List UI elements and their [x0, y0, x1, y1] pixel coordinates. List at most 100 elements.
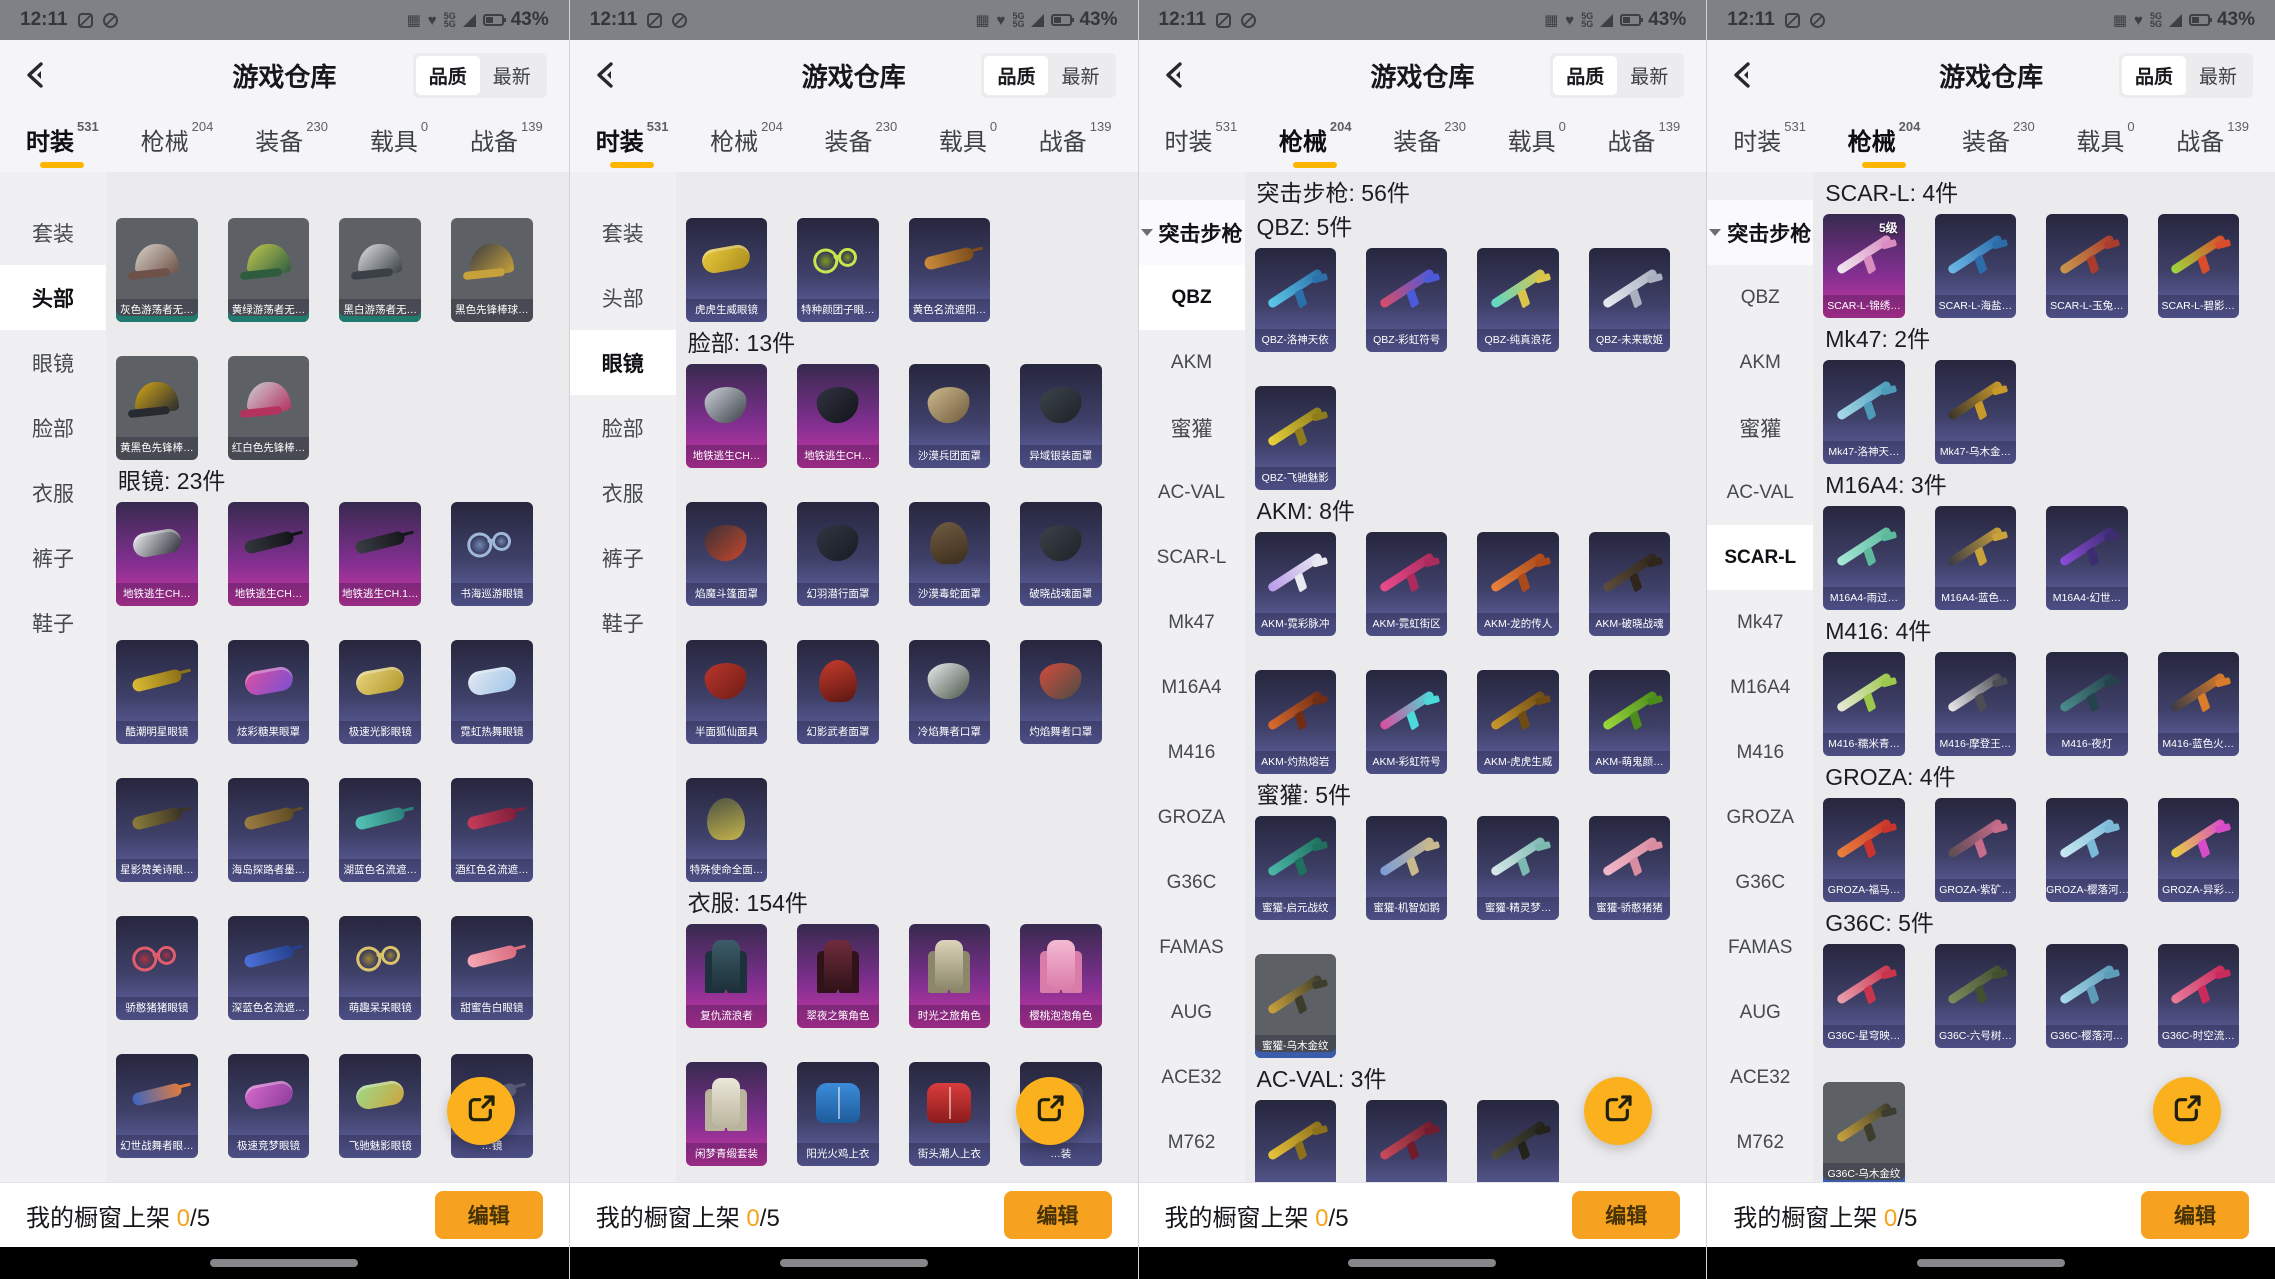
sort-quality-button[interactable]: 品质: [416, 56, 480, 95]
item-tile[interactable]: 幻影武者面罩: [797, 640, 878, 744]
item-tile[interactable]: 飞驰魅影眼镜: [339, 1054, 421, 1158]
sidebar-item-famas[interactable]: FAMAS: [1707, 915, 1813, 980]
item-tile[interactable]: AKM-虎虎生威: [1477, 670, 1558, 774]
item-tile[interactable]: 酷潮明星眼镜: [116, 640, 198, 744]
item-scroll-area[interactable]: 突击步枪: 56件QBZ: 5件QBZ-洛神天依QBZ-彩虹符号QBZ-纯真浪花…: [1245, 172, 1707, 1182]
item-tile[interactable]: 幻世战舞者眼…: [116, 1054, 198, 1158]
item-tile[interactable]: 复仇流浪者: [686, 924, 767, 1028]
sidebar-item-akm[interactable]: AKM: [1707, 330, 1813, 395]
item-tile[interactable]: AKM-龙的传人: [1477, 532, 1558, 636]
item-tile[interactable]: 虎虎生威眼镜: [686, 218, 767, 322]
tab-weapons[interactable]: 枪械204: [710, 122, 783, 168]
item-tile[interactable]: 樱桃泡泡角色: [1020, 924, 1101, 1028]
item-tile[interactable]: QBZ-彩虹符号: [1366, 248, 1447, 352]
sidebar-item-suits[interactable]: 套装: [0, 200, 106, 265]
item-tile[interactable]: 炫彩糖果眼罩: [228, 640, 310, 744]
tab-vehicles[interactable]: 载具0: [370, 122, 428, 168]
item-tile[interactable]: G36C-乌木金纹: [1823, 1082, 1904, 1182]
item-tile[interactable]: 蜜獾-机智如鹅: [1366, 816, 1447, 920]
item-tile[interactable]: QBZ-未来歌姬: [1589, 248, 1670, 352]
sidebar-item-pants[interactable]: 裤子: [0, 525, 106, 590]
back-button[interactable]: [1161, 59, 1191, 91]
item-tile[interactable]: 地铁逃生CH…: [116, 502, 198, 606]
tab-weapons[interactable]: 枪械204: [1848, 122, 1921, 168]
home-indicator[interactable]: [780, 1259, 928, 1267]
sidebar-item-glasses[interactable]: 眼镜: [0, 330, 106, 395]
item-tile[interactable]: 沙漠毒蛇面罩: [909, 502, 990, 606]
item-tile[interactable]: 翠夜之策角色: [797, 924, 878, 1028]
sort-latest-button[interactable]: 最新: [2186, 56, 2250, 95]
item-tile[interactable]: 酒红色名流遮…: [451, 778, 533, 882]
sidebar-item-face[interactable]: 脸部: [570, 395, 676, 460]
tab-supplies[interactable]: 战备139: [470, 122, 543, 168]
share-fab[interactable]: [1016, 1077, 1084, 1145]
edit-button[interactable]: 编辑: [435, 1191, 543, 1239]
sidebar-item-shoes[interactable]: 鞋子: [570, 590, 676, 655]
item-tile[interactable]: 骄憨猪猪眼镜: [116, 916, 198, 1020]
sidebar-item-m16a4[interactable]: M16A4: [1707, 655, 1813, 720]
item-tile[interactable]: 黑白游荡者无…: [339, 218, 421, 322]
sidebar-item-head[interactable]: 头部: [570, 265, 676, 330]
item-tile[interactable]: AKM-霓彩脉冲: [1255, 532, 1336, 636]
sidebar-item-m416[interactable]: M416: [1707, 720, 1813, 785]
item-tile[interactable]: 时光之旅角色: [909, 924, 990, 1028]
item-tile[interactable]: 破晓战魂面罩: [1020, 502, 1101, 606]
item-tile[interactable]: 萌趣呆呆眼镜: [339, 916, 421, 1020]
sort-quality-button[interactable]: 品质: [1553, 56, 1617, 95]
tab-supplies[interactable]: 战备139: [1039, 122, 1112, 168]
item-tile[interactable]: 阳光火鸡上衣: [797, 1062, 878, 1166]
item-tile[interactable]: G36C-六号树…: [1935, 944, 2016, 1048]
sidebar-item-shoes[interactable]: 鞋子: [0, 590, 106, 655]
item-tile[interactable]: 地铁逃生CH…: [797, 364, 878, 468]
item-tile[interactable]: 灼焰舞者口罩: [1020, 640, 1101, 744]
sort-latest-button[interactable]: 最新: [480, 56, 544, 95]
item-tile[interactable]: G36C-星穹映…: [1823, 944, 1904, 1048]
item-tile[interactable]: M416-糯米青…: [1823, 652, 1904, 756]
tab-vehicles[interactable]: 载具0: [1508, 122, 1566, 168]
tab-vehicles[interactable]: 载具0: [939, 122, 997, 168]
item-tile[interactable]: 灰色游荡者无…: [116, 218, 198, 322]
item-tile[interactable]: 蜜獾-启元战纹: [1255, 816, 1336, 920]
edit-button[interactable]: 编辑: [1004, 1191, 1112, 1239]
item-tile[interactable]: 黄绿游荡者无…: [228, 218, 310, 322]
sidebar-item-akm[interactable]: AKM: [1139, 330, 1245, 395]
item-tile[interactable]: 黄黑色先锋棒…: [116, 356, 198, 460]
sidebar-item-famas[interactable]: FAMAS: [1139, 915, 1245, 980]
item-tile[interactable]: QBZ-飞驰魅影: [1255, 386, 1336, 490]
item-tile[interactable]: 地铁逃生CH…: [686, 364, 767, 468]
sidebar-item-ac-val[interactable]: AC-VAL: [1139, 460, 1245, 525]
back-button[interactable]: [1729, 59, 1759, 91]
sidebar-item-qbz[interactable]: QBZ: [1707, 265, 1813, 330]
sort-quality-button[interactable]: 品质: [984, 56, 1048, 95]
item-tile[interactable]: M416-摩登王…: [1935, 652, 2016, 756]
sort-latest-button[interactable]: 最新: [1048, 56, 1112, 95]
item-tile[interactable]: GROZA-福马…: [1823, 798, 1904, 902]
item-tile[interactable]: 半面狐仙面具: [686, 640, 767, 744]
item-tile[interactable]: 深蓝色名流遮…: [228, 916, 310, 1020]
sidebar-item-ace32[interactable]: ACE32: [1707, 1045, 1813, 1110]
item-tile[interactable]: SCAR-L-碧影…: [2158, 214, 2239, 318]
item-tile[interactable]: 黄色名流遮阳…: [909, 218, 990, 322]
item-tile[interactable]: 蜜獾-骄憨猪猪: [1589, 816, 1670, 920]
sidebar-item-honey-badger[interactable]: 蜜獾: [1707, 395, 1813, 460]
sidebar-item-m762[interactable]: M762: [1707, 1110, 1813, 1175]
back-button[interactable]: [592, 59, 622, 91]
item-tile[interactable]: G36C-樱落河…: [2046, 944, 2127, 1048]
item-tile[interactable]: 蜜獾-精灵梦…: [1477, 816, 1558, 920]
item-tile[interactable]: 特殊使命全面…: [686, 778, 767, 882]
item-tile[interactable]: 街头潮人上衣: [909, 1062, 990, 1166]
sidebar-item-scar-l[interactable]: SCAR-L: [1139, 525, 1245, 590]
tab-gear[interactable]: 装备230: [1393, 122, 1466, 168]
item-tile[interactable]: AKM-灼热熔岩: [1255, 670, 1336, 774]
tab-weapons[interactable]: 枪械204: [1279, 122, 1352, 168]
item-tile[interactable]: GROZA-紫矿…: [1935, 798, 2016, 902]
sidebar-item-glasses[interactable]: 眼镜: [570, 330, 676, 395]
tab-gear[interactable]: 装备230: [825, 122, 898, 168]
sidebar-item-groza[interactable]: GROZA: [1139, 785, 1245, 850]
item-tile[interactable]: 极速竞梦眼镜: [228, 1054, 310, 1158]
item-scroll-area[interactable]: 灰色游荡者无…黄绿游荡者无…黑白游荡者无…黑色先锋棒球…黄黑色先锋棒…红白色先锋…: [106, 172, 569, 1182]
item-tile[interactable]: 湖蓝色名流遮…: [339, 778, 421, 882]
item-tile[interactable]: Mk47-洛神天…: [1823, 360, 1904, 464]
home-indicator[interactable]: [1348, 1259, 1496, 1267]
tab-fashion[interactable]: 时装531: [26, 122, 99, 168]
